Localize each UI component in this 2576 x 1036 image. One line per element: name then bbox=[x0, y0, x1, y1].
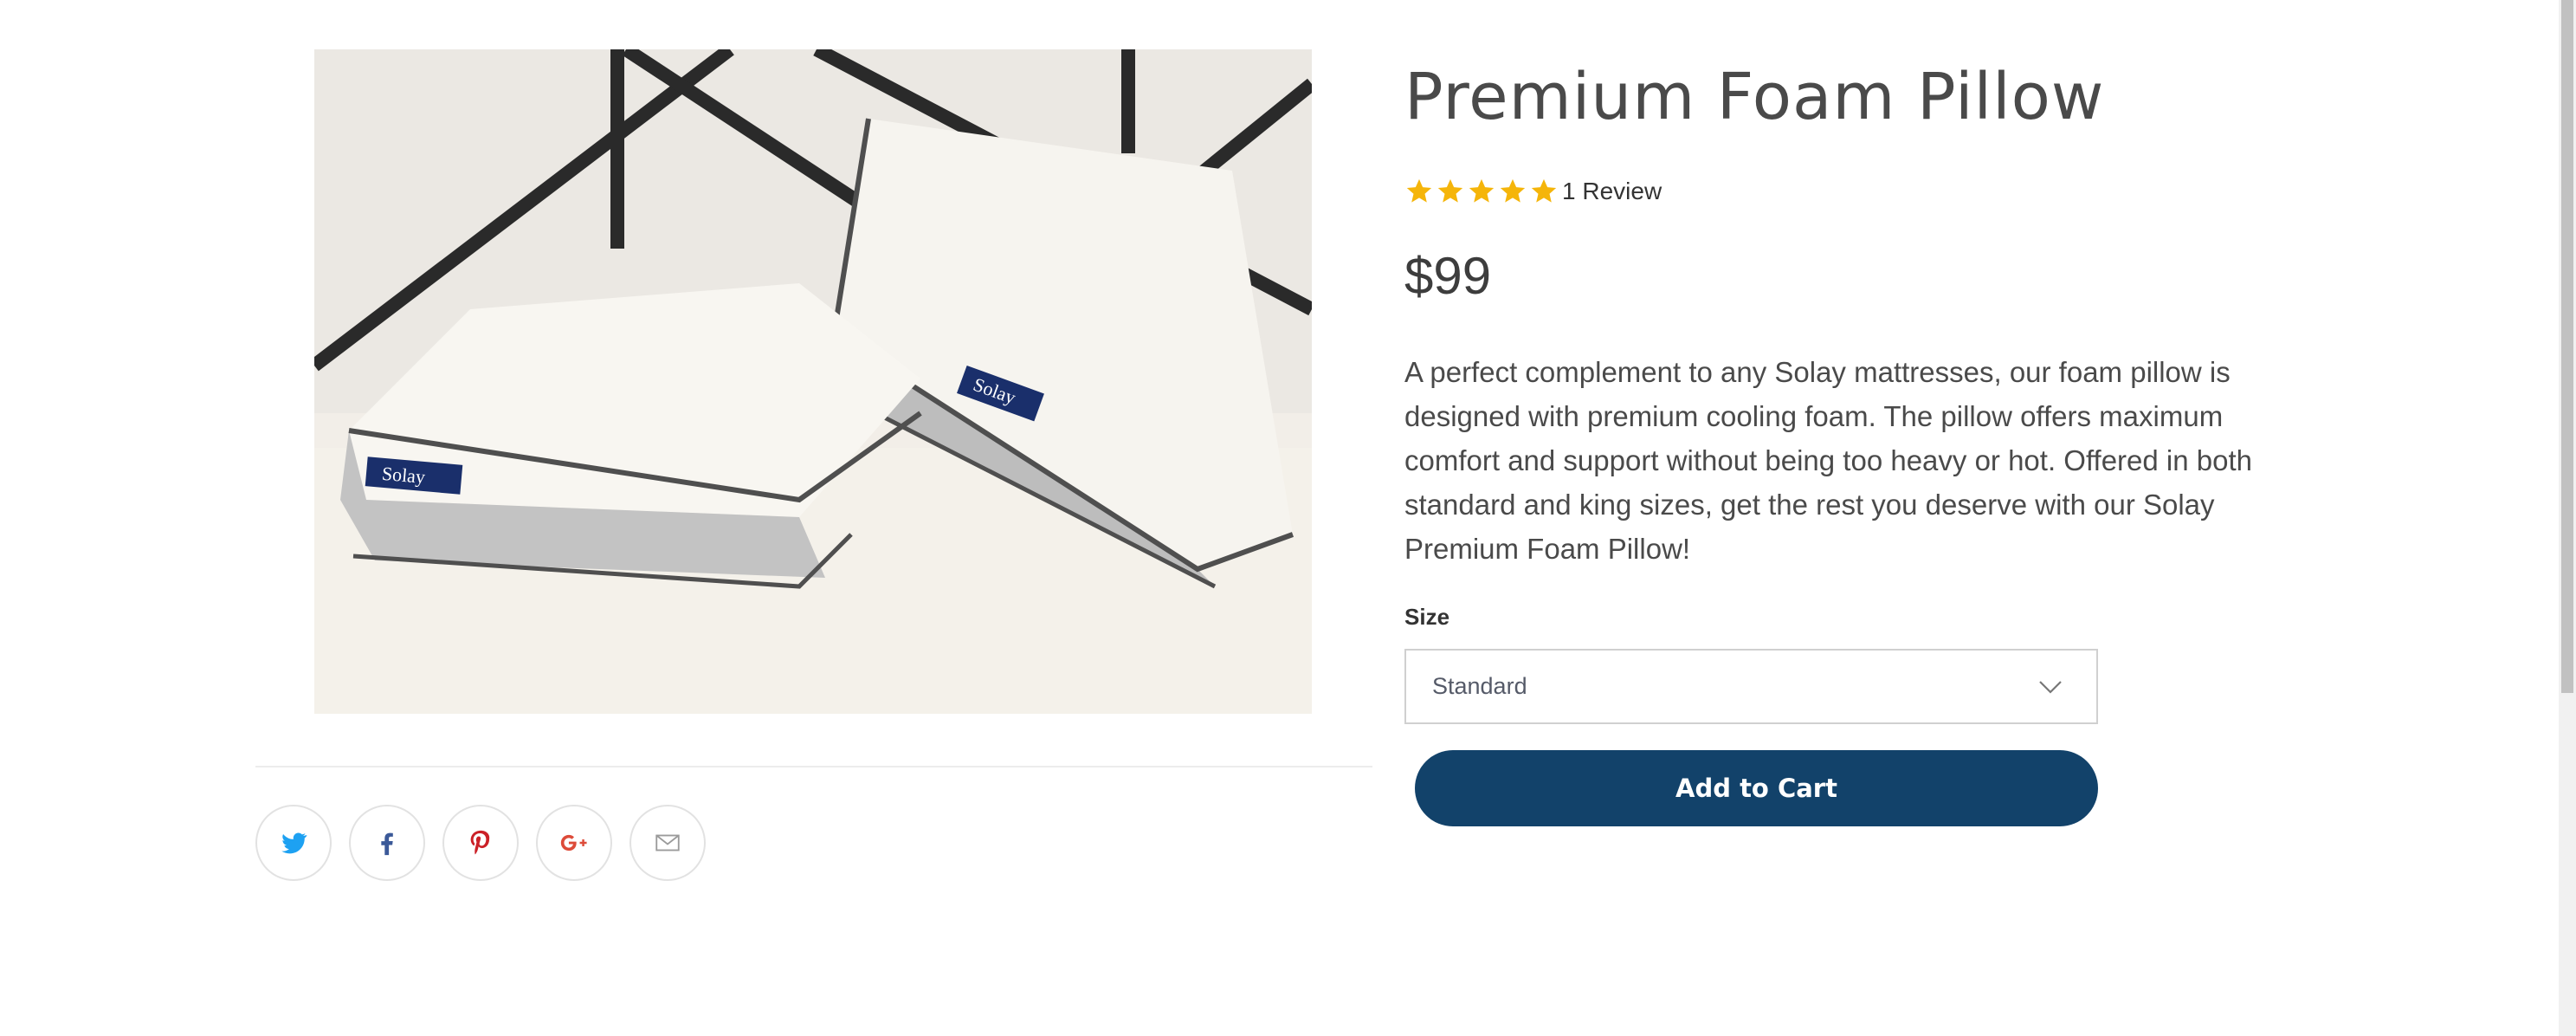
share-facebook-button[interactable] bbox=[349, 805, 425, 881]
google-plus-icon bbox=[560, 834, 587, 851]
divider bbox=[255, 766, 1372, 767]
product-title: Premium Foam Pillow bbox=[1404, 60, 2105, 134]
star-icon bbox=[1500, 178, 1526, 203]
size-selected-value: Standard bbox=[1432, 673, 1527, 699]
share-email-button[interactable] bbox=[629, 805, 706, 881]
chevron-down-icon bbox=[2039, 680, 2062, 694]
add-to-cart-button[interactable]: Add to Cart bbox=[1415, 750, 2098, 826]
pillow-photo: Solay Solay bbox=[314, 49, 1312, 714]
size-label: Size bbox=[1404, 604, 1450, 630]
add-to-cart-label: Add to Cart bbox=[1675, 774, 1837, 803]
product-page: Solay Solay Premium Foam Pillow 1 Review… bbox=[0, 0, 2576, 1036]
facebook-icon bbox=[381, 832, 393, 856]
product-description: A perfect complement to any Solay mattre… bbox=[1404, 356, 2252, 565]
pinterest-icon bbox=[470, 830, 490, 855]
share-twitter-button[interactable] bbox=[255, 805, 332, 881]
email-icon bbox=[655, 834, 680, 851]
share-pinterest-button[interactable] bbox=[442, 805, 519, 881]
star-icon bbox=[1531, 178, 1557, 203]
share-buttons bbox=[255, 805, 706, 881]
product-image[interactable]: Solay Solay bbox=[314, 49, 1312, 714]
star-icon bbox=[1406, 178, 1432, 203]
front-pillow-brand-label: Solay bbox=[381, 463, 426, 488]
product-rating[interactable]: 1 Review bbox=[1404, 174, 1662, 209]
share-google-plus-button[interactable] bbox=[536, 805, 612, 881]
size-select[interactable]: Standard bbox=[1404, 649, 2098, 724]
scrollbar-thumb[interactable] bbox=[2561, 0, 2573, 693]
review-count-link[interactable]: 1 Review bbox=[1562, 178, 1662, 205]
twitter-icon bbox=[281, 832, 307, 854]
star-icon bbox=[1437, 178, 1463, 203]
product-price: $99 bbox=[1404, 247, 1492, 305]
rating-stars bbox=[1404, 177, 1559, 206]
star-icon bbox=[1469, 178, 1495, 203]
